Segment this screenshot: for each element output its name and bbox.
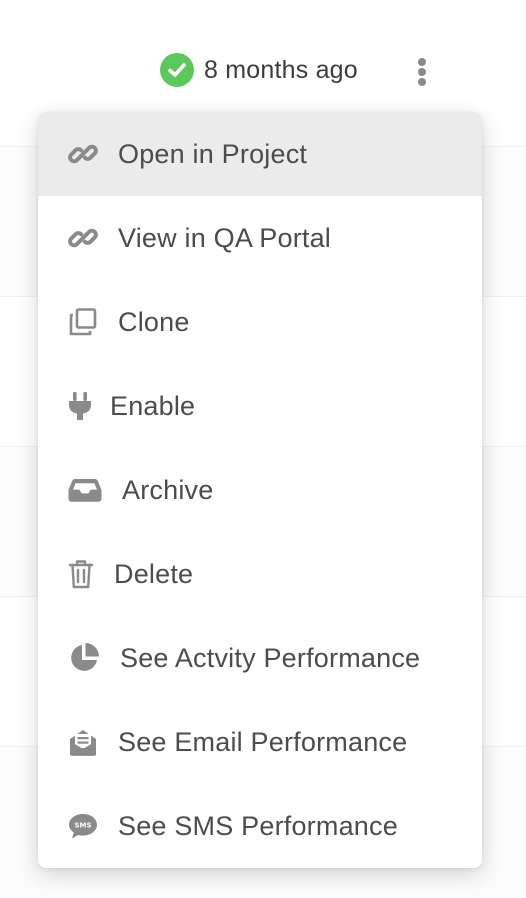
kebab-menu-icon[interactable] bbox=[410, 56, 434, 88]
menu-item-open-in-project[interactable]: Open in Project bbox=[38, 112, 482, 196]
menu-item-label: View in QA Portal bbox=[118, 222, 332, 253]
menu-item-label: See Email Performance bbox=[118, 726, 408, 757]
menu-item-archive[interactable]: Archive bbox=[38, 448, 482, 532]
menu-item-enable[interactable]: Enable bbox=[38, 364, 482, 448]
menu-item-label: Enable bbox=[110, 390, 196, 421]
menu-item-label: Delete bbox=[114, 558, 194, 589]
menu-item-label: See Actvity Performance bbox=[120, 642, 421, 673]
menu-item-delete[interactable]: Delete bbox=[38, 532, 482, 616]
menu-item-label: Open in Project bbox=[118, 138, 308, 169]
inbox-icon bbox=[68, 474, 106, 506]
menu-item-label: Clone bbox=[118, 306, 190, 337]
last-updated-status: 8 months ago bbox=[160, 52, 358, 88]
trash-icon bbox=[68, 558, 98, 590]
menu-item-see-activity-performance[interactable]: See Actvity Performance bbox=[38, 616, 482, 700]
menu-item-see-email-performance[interactable]: See Email Performance bbox=[38, 700, 482, 784]
link-icon bbox=[68, 138, 102, 170]
copy-icon bbox=[68, 306, 102, 338]
svg-text:SMS: SMS bbox=[74, 822, 91, 830]
sms-icon: SMS bbox=[68, 810, 102, 842]
check-circle-icon bbox=[160, 53, 194, 87]
menu-item-see-sms-performance[interactable]: SMS See SMS Performance bbox=[38, 784, 482, 868]
envelope-open-icon bbox=[68, 726, 102, 758]
menu-item-label: Archive bbox=[122, 474, 214, 505]
link-icon bbox=[68, 222, 102, 254]
actions-dropdown-menu: Open in Project View in QA Portal Clone bbox=[38, 112, 482, 868]
last-updated-text: 8 months ago bbox=[204, 55, 358, 84]
menu-item-view-in-qa-portal[interactable]: View in QA Portal bbox=[38, 196, 482, 280]
plug-icon bbox=[68, 390, 94, 422]
menu-item-clone[interactable]: Clone bbox=[38, 280, 482, 364]
pie-chart-icon bbox=[68, 642, 104, 674]
menu-item-label: See SMS Performance bbox=[118, 810, 398, 841]
